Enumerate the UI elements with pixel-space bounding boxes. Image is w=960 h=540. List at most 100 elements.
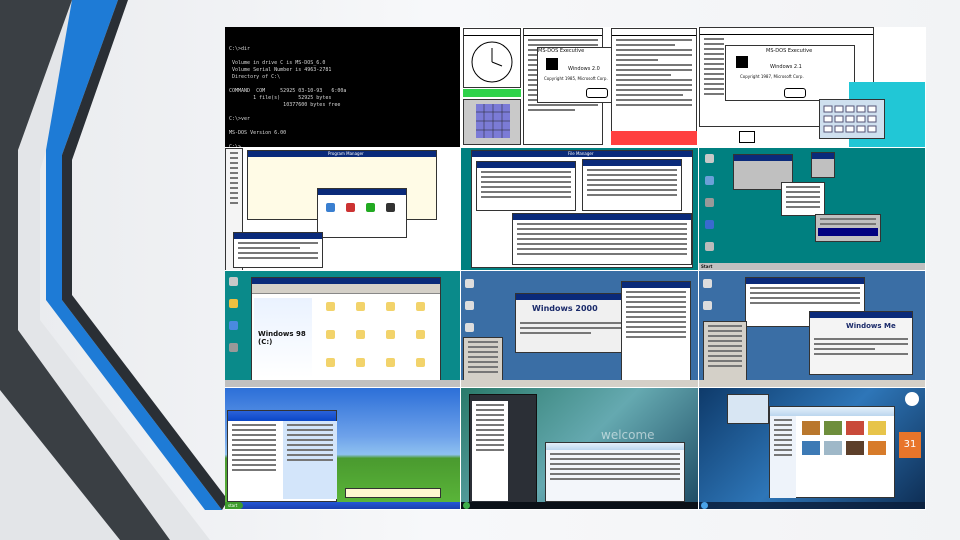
my-documents-icon-2000[interactable] — [465, 279, 474, 288]
thumbnail-icon — [846, 441, 864, 455]
dialog-version: Windows 2.0 — [568, 66, 600, 72]
thumbnail-icon — [802, 421, 820, 435]
xp-start-right-pane — [283, 421, 337, 499]
folder-icon[interactable] — [326, 302, 335, 311]
xp-start-menu — [227, 410, 337, 502]
vista-welcome-text: welcome — [601, 428, 655, 442]
folder-icon[interactable] — [416, 330, 425, 339]
tile-msdos: C:\>dir Volume in drive C is MS-DOS_6.0 … — [225, 27, 461, 148]
clock-gadget-icon — [905, 392, 919, 406]
folder-icon[interactable] — [416, 302, 425, 311]
folder-icon[interactable] — [326, 330, 335, 339]
recycle-bin-icon-98[interactable] — [229, 343, 238, 352]
inbox-icon[interactable] — [705, 220, 714, 229]
highlighted-menu-item[interactable] — [818, 228, 878, 236]
context-menu — [781, 182, 825, 216]
directory-tree-pane — [476, 161, 576, 211]
taskbar-xp: start — [225, 502, 460, 509]
thumbnail-icon — [824, 421, 842, 435]
tile-windows-3-0: Program Manager — [225, 148, 461, 271]
dos-prompt-icon[interactable] — [386, 203, 395, 212]
taskbar-98 — [225, 380, 460, 387]
vista-control-panel — [545, 442, 685, 502]
dialog-copyright: Copyright 1985, Microsoft Corp. — [544, 76, 608, 81]
dialog-title-2: MS-DOS Executive — [766, 48, 813, 54]
thumbnail-icon — [846, 421, 864, 435]
taskbar-95: Start — [699, 263, 925, 270]
vista-orb-icon[interactable] — [463, 502, 470, 509]
drive-label: Windows 98 (C:) — [258, 330, 306, 346]
file-manager-window: File Manager — [471, 150, 693, 268]
win7-photo-gadget — [727, 394, 769, 424]
cabinet-icon — [739, 131, 755, 143]
taskbar-win7 — [699, 502, 925, 509]
tile-windows-2000: Windows 2000 — [461, 271, 699, 388]
programs-submenu — [815, 214, 881, 242]
win7-orb-icon[interactable] — [701, 502, 708, 509]
dialog-version-2: Windows 2.1 — [770, 64, 802, 70]
my-documents-icon[interactable] — [229, 299, 238, 308]
folder-icon[interactable] — [386, 302, 395, 311]
explorer-window-98: Windows 98 (C:) — [251, 277, 441, 381]
win7-explorer-window — [769, 406, 895, 498]
folder-icon[interactable] — [326, 358, 335, 367]
window-title-file-manager: File Manager — [568, 151, 594, 156]
calculator-window — [819, 99, 885, 139]
calculator-keys-icon — [823, 105, 877, 133]
ok-button-2[interactable] — [784, 88, 806, 98]
my-computer-icon-98[interactable] — [229, 277, 238, 286]
file-list-pane — [582, 159, 682, 211]
folder-icon[interactable] — [386, 358, 395, 367]
text-window — [233, 232, 323, 268]
thumbnail-icon — [802, 441, 820, 455]
xp-start-button[interactable]: start — [225, 502, 243, 509]
msdos-icon — [546, 58, 558, 70]
thumbnail-icon — [868, 421, 886, 435]
print-manager-icon[interactable] — [366, 203, 375, 212]
folder-icon[interactable] — [356, 302, 365, 311]
xp-start-label: start — [228, 503, 238, 508]
folder-icon[interactable] — [386, 330, 395, 339]
control-panel-icon[interactable] — [346, 203, 355, 212]
about-dialog-2: MS-DOS Executive Windows 2.1 Copyright 1… — [725, 45, 855, 101]
file-manager-icon[interactable] — [326, 203, 335, 212]
tile-windows-vista: welcome — [461, 388, 699, 510]
thumbnail-icon — [868, 441, 886, 455]
dialog-title: MS-DOS Executive — [538, 48, 585, 54]
recycle-bin-icon[interactable] — [705, 198, 714, 207]
red-strip — [611, 131, 697, 145]
windows-history-collage: C:\>dir Volume in drive C is MS-DOS_6.0 … — [225, 27, 926, 510]
folder-icon[interactable] — [416, 358, 425, 367]
folder-window — [811, 152, 835, 178]
briefcase-icon[interactable] — [705, 242, 714, 251]
my-computer-icon[interactable] — [705, 154, 714, 163]
folder-icon[interactable] — [356, 330, 365, 339]
start-button[interactable]: Start — [701, 264, 712, 269]
tile-windows-7: 31 — [699, 388, 926, 510]
thumbnail-icon — [824, 441, 842, 455]
taskbar-me — [699, 380, 925, 387]
clock-icon — [471, 41, 513, 83]
about-windows-2000-dialog: Windows 2000 — [515, 293, 635, 353]
color-bar — [463, 89, 521, 97]
taskbar-vista — [461, 502, 698, 509]
file-details-pane — [512, 213, 692, 265]
my-computer-icon-me[interactable] — [703, 301, 712, 310]
internet-explorer-icon[interactable] — [229, 321, 238, 330]
windows-2000-logo: Windows 2000 — [532, 304, 598, 313]
game-grid-icon — [476, 104, 510, 138]
tile-windows-2-1: MS-DOS Executive Windows 2.1 Copyright 1… — [699, 27, 926, 148]
folder-icon[interactable] — [356, 358, 365, 367]
tile-windows-98: Windows 98 (C:) — [225, 271, 461, 388]
my-computer-icon-2000[interactable] — [465, 301, 474, 310]
dialog-copyright-2: Copyright 1987, Microsoft Corp. — [740, 74, 804, 79]
ok-button[interactable] — [586, 88, 608, 98]
my-documents-icon-me[interactable] — [703, 279, 712, 288]
tile-windows-2-0: MS-DOS Executive Windows 2.0 Copyright 1… — [461, 27, 699, 148]
network-icon[interactable] — [705, 176, 714, 185]
tile-windows-3-1: File Manager — [461, 148, 699, 271]
tile-windows-me: Windows Me — [699, 271, 926, 388]
tile-windows-95: Start — [699, 148, 926, 271]
network-places-icon[interactable] — [465, 323, 474, 332]
vista-start-menu — [469, 394, 537, 504]
